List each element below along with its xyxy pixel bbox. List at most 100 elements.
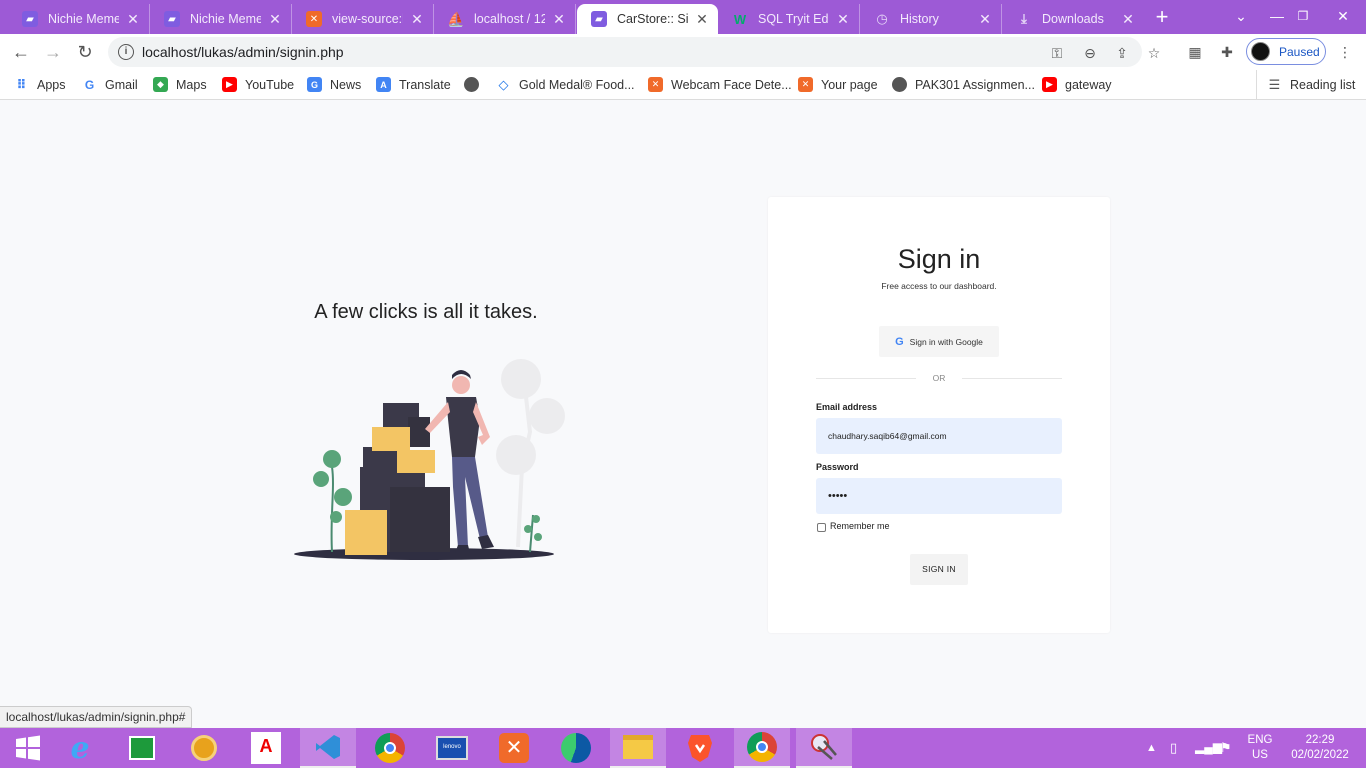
xampp-icon: ✕ xyxy=(798,77,813,92)
tagline: A few clicks is all it takes. xyxy=(314,301,538,323)
close-icon[interactable]: ✕ xyxy=(551,11,567,28)
lenovo-icon[interactable]: lenovo xyxy=(424,728,480,768)
password-field[interactable] xyxy=(816,478,1062,514)
bookmark-label: Gold Medal® Food... xyxy=(519,77,635,92)
email-field[interactable] xyxy=(816,418,1062,454)
diamond-icon: ◇ xyxy=(498,76,509,92)
vscode-icon[interactable] xyxy=(300,728,356,768)
tab-nichie-memes-2[interactable]: ▰ Nichie Memes ✕ xyxy=(150,4,292,34)
tab-title: CarStore:: Sign xyxy=(617,12,688,26)
tab-title: Downloads xyxy=(1042,12,1104,26)
back-arrow-icon[interactable]: ← xyxy=(9,40,33,64)
extension-icon[interactable]: ▦ xyxy=(1186,43,1204,61)
tab-title: Nichie Memes xyxy=(48,12,119,26)
close-icon[interactable]: ✕ xyxy=(835,11,851,28)
remember-me-checkbox[interactable] xyxy=(817,523,826,532)
edge-icon[interactable] xyxy=(548,728,604,768)
snipping-tool-icon[interactable] xyxy=(796,728,852,768)
new-tab-plus-icon[interactable]: + xyxy=(1150,6,1174,30)
google-signin-button[interactable]: G Sign in with Google xyxy=(879,326,999,357)
reading-list-button[interactable]: ☰ Reading list xyxy=(1256,70,1366,100)
forward-arrow-icon[interactable]: → xyxy=(41,40,65,64)
brave-icon[interactable] xyxy=(672,728,728,768)
language-indicator[interactable]: ENG US xyxy=(1240,733,1280,763)
battery-icon[interactable]: ▯ xyxy=(1170,740,1177,755)
tab-sql-tryit[interactable]: W SQL Tryit Edito ✕ xyxy=(718,4,860,34)
reload-icon[interactable]: ↻ xyxy=(73,40,97,64)
url-text[interactable]: localhost/lukas/admin/signin.php xyxy=(142,44,344,60)
tab-downloads[interactable]: ⤓ Downloads ✕ xyxy=(1002,4,1144,34)
youtube-icon: ▶ xyxy=(1042,77,1057,92)
share-icon[interactable]: ⇪ xyxy=(1113,44,1131,62)
tab-history[interactable]: ◷ History ✕ xyxy=(860,4,1002,34)
window-close-icon[interactable]: ✕ xyxy=(1320,0,1366,34)
address-bar[interactable]: i localhost/lukas/admin/signin.php ⚿ ⊖ ⇪… xyxy=(108,37,1160,67)
bookmark-label: YouTube xyxy=(245,77,295,92)
close-icon[interactable]: ✕ xyxy=(409,11,425,28)
page-content: A few clicks is all it takes. Sign in Fr… xyxy=(0,101,1366,728)
bookmark-webcam-face[interactable]: ✕ Webcam Face Dete... xyxy=(648,77,792,92)
close-icon[interactable]: ✕ xyxy=(694,11,710,28)
zoom-icon[interactable]: ⊖ xyxy=(1081,44,1099,62)
puzzle-icon[interactable]: ✚ xyxy=(1218,43,1236,61)
internet-explorer-icon[interactable]: e xyxy=(52,728,108,768)
headphones-icon[interactable] xyxy=(176,728,232,768)
store-icon[interactable] xyxy=(114,728,170,768)
password-label: Password xyxy=(816,462,859,472)
adobe-icon[interactable]: A xyxy=(238,728,294,768)
signin-button[interactable]: SIGN IN xyxy=(910,554,968,585)
chrome-icon[interactable] xyxy=(362,728,418,768)
menu-kebab-icon[interactable]: ⋮ xyxy=(1336,43,1354,61)
clock-date: 02/02/2022 xyxy=(1291,749,1349,761)
phpmyadmin-icon: ⛵ xyxy=(447,10,465,27)
profile-button[interactable]: Paused xyxy=(1246,38,1326,65)
remember-me-label: Remember me xyxy=(830,521,890,531)
download-icon: ⤓ xyxy=(1021,11,1027,26)
signin-title: Sign in xyxy=(897,244,981,274)
youtube-icon: ▶ xyxy=(222,77,237,92)
tab-view-source[interactable]: ✕ view-source:lo ✕ xyxy=(292,4,434,34)
bookmark-label: News xyxy=(330,77,362,92)
key-icon[interactable]: ⚿ xyxy=(1048,44,1066,62)
xampp-icon: ✕ xyxy=(648,77,663,92)
close-icon[interactable]: ✕ xyxy=(125,11,141,28)
tab-phpmyadmin[interactable]: ⛵ localhost / 127 ✕ xyxy=(434,4,576,34)
bookmark-apps[interactable]: ⠿ Apps xyxy=(14,77,66,92)
tab-carstore-signin[interactable]: ▰ CarStore:: Sign ✕ xyxy=(577,4,718,34)
maps-icon: ◆ xyxy=(153,77,168,92)
bookmark-label: Apps xyxy=(37,77,66,92)
bookmark-label: Gmail xyxy=(105,77,138,92)
close-icon[interactable]: ✕ xyxy=(267,11,283,28)
tab-nichie-memes-1[interactable]: ▰ Nichie Memes ✕ xyxy=(8,4,150,34)
file-explorer-icon[interactable] xyxy=(610,728,666,768)
bookmark-star-icon[interactable]: ☆ xyxy=(1145,44,1163,62)
divider-right xyxy=(962,378,1062,379)
clock[interactable]: 22:29 02/02/2022 xyxy=(1282,733,1358,763)
network-signal-icon[interactable]: ▂▄▆ xyxy=(1195,740,1222,755)
email-label: Email address xyxy=(816,402,878,412)
google-signin-label: Sign in with Google xyxy=(909,336,983,347)
bookmark-youtube[interactable]: ▶ YouTube xyxy=(222,77,294,92)
bookmark-your-page[interactable]: ✕ Your page xyxy=(798,77,878,92)
translate-icon: A xyxy=(376,77,391,92)
chrome-icon[interactable] xyxy=(734,728,790,768)
tab-strip: ▰ Nichie Memes ✕ ▰ Nichie Memes ✕ ✕ view… xyxy=(0,0,1366,34)
close-icon[interactable]: ✕ xyxy=(977,11,993,28)
profile-status: Paused xyxy=(1279,45,1320,59)
bookmark-gmail[interactable]: G Gmail xyxy=(82,77,138,92)
bookmark-gateway[interactable]: ▶ gateway xyxy=(1042,77,1112,92)
close-icon[interactable]: ✕ xyxy=(1120,11,1136,28)
bookmark-gold-medal[interactable]: ◇ Gold Medal® Food... xyxy=(496,77,635,92)
bookmark-pak301[interactable]: PAK301 Assignmen... xyxy=(892,77,1035,92)
windows-start-icon[interactable] xyxy=(0,728,56,768)
tray-chevron-up-icon[interactable]: ▲ xyxy=(1146,741,1157,756)
bookmark-label: Maps xyxy=(176,77,207,92)
tab-title: SQL Tryit Edito xyxy=(758,12,829,26)
bookmark-maps[interactable]: ◆ Maps xyxy=(153,77,207,92)
bookmark-globe[interactable] xyxy=(464,77,487,92)
bookmark-news[interactable]: G News xyxy=(307,77,361,92)
xampp-icon[interactable]: ✕ xyxy=(486,728,542,768)
volume-icon[interactable]: ⚑ xyxy=(1220,740,1232,755)
site-info-icon[interactable]: i xyxy=(118,44,134,60)
bookmark-translate[interactable]: A Translate xyxy=(376,77,451,92)
